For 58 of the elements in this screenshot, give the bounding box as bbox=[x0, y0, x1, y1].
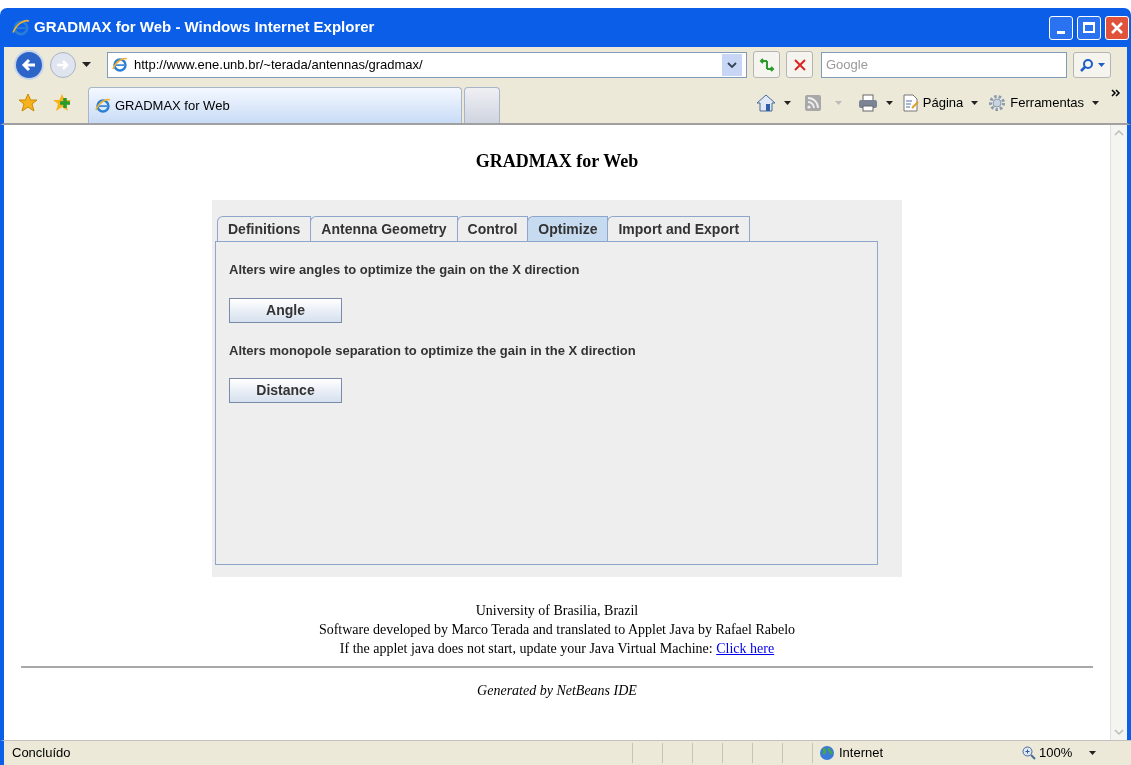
close-icon bbox=[1110, 20, 1124, 35]
footer-text: University of Brasilia, Brazil bbox=[475, 602, 639, 620]
dropdown-caret-icon[interactable] bbox=[885, 101, 893, 105]
status-text: Concluído bbox=[11, 744, 72, 763]
option-description: Alters monopole separation to optimize the gain in the X direction bbox=[229, 341, 637, 360]
globe-icon bbox=[819, 745, 835, 761]
page-icon bbox=[902, 94, 919, 112]
dropdown-caret-icon bbox=[1097, 62, 1105, 67]
page-heading: GRADMAX for Web bbox=[475, 150, 639, 173]
dropdown-caret-icon[interactable] bbox=[82, 62, 91, 67]
gear-icon bbox=[988, 94, 1007, 112]
refresh-button[interactable] bbox=[753, 51, 780, 78]
close-button[interactable] bbox=[1105, 15, 1129, 40]
applet-tab[interactable]: Optimize bbox=[527, 216, 609, 241]
chevron-down-icon bbox=[727, 61, 737, 68]
dropdown-caret-icon bbox=[971, 101, 979, 105]
optimize-button[interactable]: Distance bbox=[229, 378, 342, 403]
browser-tab[interactable]: GRADMAX for Web bbox=[88, 87, 462, 123]
printer-icon[interactable] bbox=[857, 94, 878, 112]
zoom-icon bbox=[1022, 746, 1036, 760]
command-menu-button[interactable]: Ferramentas bbox=[988, 93, 1099, 113]
footer-text: Software developed by Marco Terada and translated to Applet Java by Rafael Rabelo bbox=[318, 621, 796, 639]
zoom-button[interactable]: 100% bbox=[1012, 743, 1097, 763]
zone-text: Internet bbox=[839, 744, 884, 763]
dropdown-caret-icon bbox=[834, 101, 842, 105]
address-field[interactable]: http://www.ene.unb.br/~terada/antennas/gradmax/ bbox=[107, 51, 747, 78]
command-menu-button[interactable]: Página bbox=[902, 93, 979, 113]
window-title: GRADMAX for Web - Windows Internet Explorer bbox=[34, 17, 376, 38]
browser-logo-icon bbox=[12, 18, 30, 37]
generated-by-text: Generated by NetBeans IDE bbox=[477, 682, 637, 700]
url-text: http://www.ene.unb.br/~terada/antennas/gradmax/ bbox=[134, 55, 424, 74]
refresh-arrows-icon bbox=[758, 57, 775, 72]
back-button[interactable] bbox=[14, 49, 44, 80]
browser-logo-icon bbox=[112, 56, 128, 73]
applet-tab[interactable]: Import and Export bbox=[607, 216, 751, 241]
stop-button[interactable] bbox=[786, 51, 813, 78]
minimize-button[interactable] bbox=[1049, 15, 1073, 40]
option-description: Alters wire angles to optimize the gain on the X direction bbox=[229, 261, 581, 279]
search-field[interactable]: Google bbox=[821, 51, 1067, 78]
applet-tab[interactable]: Definitions bbox=[217, 216, 312, 241]
address-dropdown-button[interactable] bbox=[722, 53, 742, 76]
browser-logo-icon bbox=[95, 97, 111, 114]
maximize-button[interactable] bbox=[1077, 15, 1101, 40]
back-arrow-icon bbox=[21, 57, 37, 72]
forward-arrow-icon bbox=[56, 58, 70, 71]
chevron-more-icon[interactable] bbox=[1111, 89, 1121, 97]
download-link[interactable]: Click here bbox=[716, 641, 775, 656]
dropdown-caret-icon bbox=[1089, 751, 1097, 755]
java-note: If the applet java does not start, update your Java Virtual Machine: Click here bbox=[339, 640, 775, 658]
home-icon[interactable] bbox=[755, 94, 776, 112]
search-icon bbox=[1079, 57, 1094, 72]
stop-x-icon bbox=[793, 58, 806, 71]
dropdown-caret-icon bbox=[1092, 101, 1099, 105]
star-icon[interactable] bbox=[18, 93, 38, 113]
optimize-button[interactable]: Angle bbox=[229, 297, 342, 323]
star-plus-icon[interactable] bbox=[52, 93, 72, 113]
search-button[interactable] bbox=[1073, 51, 1111, 78]
dropdown-caret-icon[interactable] bbox=[783, 101, 791, 105]
